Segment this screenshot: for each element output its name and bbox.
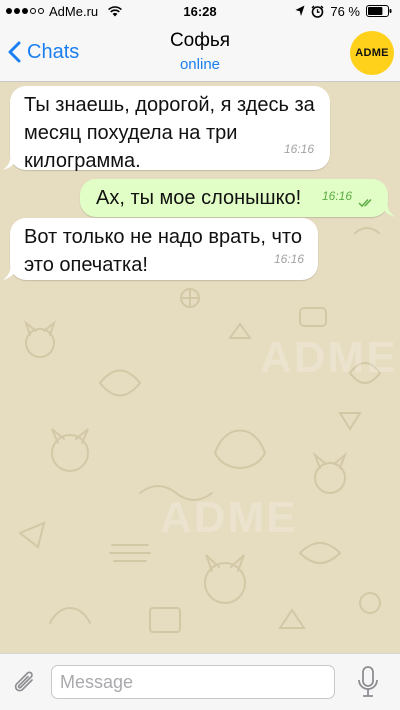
bubble-tail [381,201,395,217]
input-bar [0,653,400,710]
location-arrow-icon [295,5,305,16]
paperclip-icon[interactable] [12,668,38,696]
wifi-icon [108,6,123,17]
watermark: ADME [260,333,398,382]
avatar[interactable]: ADME [350,31,394,75]
message-bubble-incoming[interactable]: Вот только не надо врать, что это опечат… [3,218,318,280]
microphone-icon[interactable] [357,666,379,698]
message-time: 16:16 [273,252,304,266]
message-time: 16:16 [321,189,352,203]
message-text-line: месяц похудела на три [24,122,238,144]
message-bubble-outgoing[interactable]: Ах, ты мое слонышко! 16:16 [80,179,395,217]
message-input[interactable] [51,665,335,699]
status-right: 76 % [295,4,392,19]
watermark: ADME [160,493,298,542]
message-time: 16:16 [283,142,314,156]
bubble-tail [3,154,17,170]
nav-bar: Chats Софья online ADME [0,22,400,82]
message-text-line: это опечатка! [24,254,148,276]
chat-area[interactable]: ADME ADME ADME Ты знаешь, дорогой, я зде… [0,83,400,653]
battery-icon [366,5,392,17]
chat-title[interactable]: Софья [0,30,400,52]
message-text-line: килограмма. [24,150,141,172]
double-check-icon [358,198,372,208]
battery-percent: 76 % [330,3,360,19]
message-text-line: Вот только не надо врать, что [24,226,302,248]
message-bubble-incoming[interactable]: Ты знаешь, дорогой, я здесь за месяц пох… [3,86,330,172]
message-text-line: Ты знаешь, дорогой, я здесь за [24,94,315,116]
bubble-tail [3,264,17,280]
chat-status: online [179,56,221,73]
alarm-icon [311,5,324,18]
status-bar: AdMe.ru 16:28 76 % [0,0,400,22]
signal-strength-icon [6,8,44,14]
carrier-name: AdMe.ru [49,3,99,19]
status-left: AdMe.ru [6,4,123,19]
avatar-text: ADME [355,47,389,59]
